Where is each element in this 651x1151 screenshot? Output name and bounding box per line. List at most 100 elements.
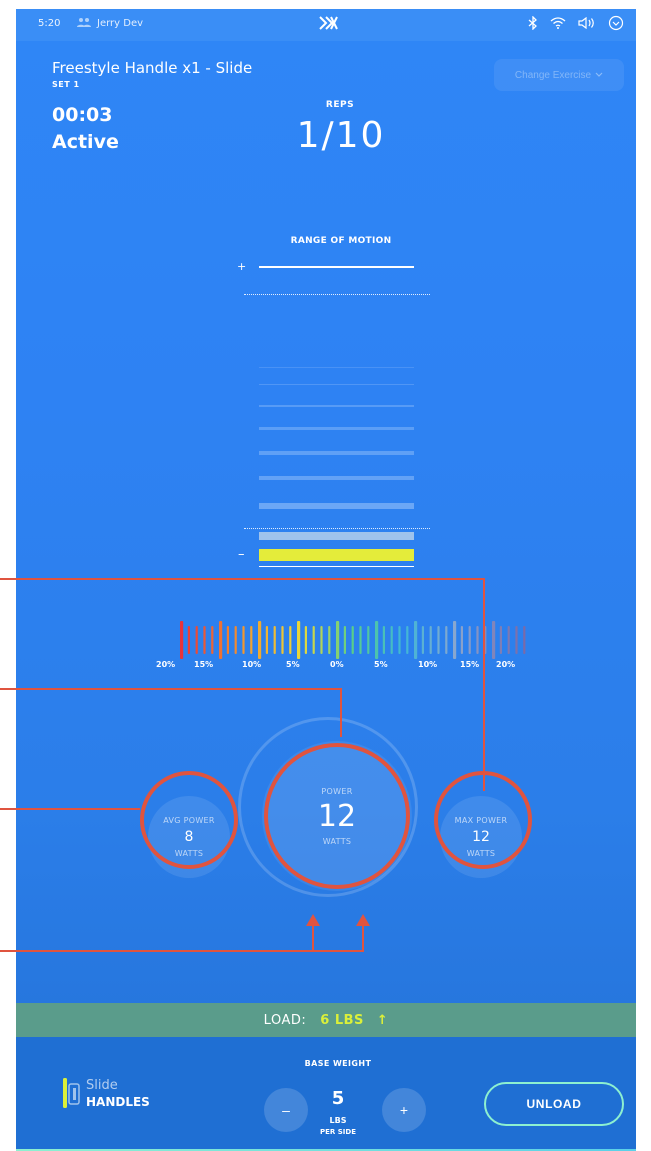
balance-tick	[421, 626, 424, 654]
balance-tick	[187, 626, 190, 654]
balance-tick	[273, 626, 276, 654]
load-bar: LOAD: 6 LBS ↑	[16, 1003, 636, 1037]
balance-tick	[219, 621, 223, 659]
decrease-weight-button[interactable]: –	[264, 1088, 308, 1132]
rom-bottom-line	[259, 566, 414, 567]
base-weight-value: 5	[331, 1088, 345, 1109]
reps-counter: 1/10	[296, 115, 386, 156]
user-indicator[interactable]: Jerry Dev	[76, 17, 143, 30]
rom-top-line	[259, 266, 414, 268]
balance-tick	[398, 626, 401, 654]
wifi-icon[interactable]	[550, 17, 566, 32]
balance-tick-label: 20%	[496, 660, 516, 669]
power-label: POWER	[321, 786, 353, 796]
unload-button[interactable]: UNLOAD	[484, 1082, 624, 1126]
avg-power-label: AVG POWER	[163, 816, 215, 825]
balance-tick	[359, 626, 362, 654]
balance-tick	[297, 621, 301, 659]
bluetooth-icon[interactable]	[528, 15, 538, 33]
user-group-icon	[76, 17, 92, 30]
power-value: 12	[317, 798, 357, 834]
load-up-arrow-icon: ↑	[376, 1012, 389, 1028]
balance-tick	[507, 626, 510, 654]
balance-tick	[406, 626, 409, 654]
max-power-value: 12	[472, 829, 490, 845]
set-label: SET 1	[52, 80, 80, 89]
workout-timer: 00:03	[52, 104, 113, 126]
load-label: LOAD:	[263, 1012, 307, 1028]
balance-tick	[492, 621, 496, 659]
balance-tick	[180, 621, 184, 659]
user-name: Jerry Dev	[97, 18, 144, 29]
attachment-name: HANDLES	[86, 1095, 150, 1109]
balance-tick	[375, 621, 379, 659]
rom-top-dotted-line	[244, 294, 430, 295]
balance-tick	[367, 626, 370, 654]
balance-tick-label: 20%	[156, 660, 176, 669]
load-value: 6 LBS ↑	[320, 1013, 388, 1028]
max-power-label: MAX POWER	[454, 816, 508, 825]
change-exercise-button[interactable]: Change Exercise	[494, 59, 624, 91]
balance-tick-label: 10%	[242, 660, 262, 669]
balance-tick	[468, 626, 471, 654]
rom-rep-bar	[259, 384, 414, 385]
rom-rep-bar	[259, 405, 414, 407]
balance-tick	[343, 626, 346, 654]
base-weight-label: BASE WEIGHT	[304, 1059, 372, 1068]
balance-tick	[203, 626, 206, 654]
rom-rep-bar	[259, 503, 414, 509]
dropdown-circle-icon[interactable]	[608, 15, 624, 34]
balance-tick	[265, 626, 268, 654]
system-icons	[528, 15, 624, 34]
balance-tick	[390, 626, 393, 654]
rom-rep-bar	[259, 427, 414, 430]
exercise-title: Freestyle Handle x1 - Slide	[52, 59, 253, 77]
balance-tick	[429, 626, 432, 654]
rom-rep-bar	[259, 367, 414, 368]
avg-power-unit: WATTS	[174, 849, 204, 858]
balance-tick	[320, 626, 323, 654]
balance-tick	[226, 626, 229, 654]
balance-tick	[312, 626, 315, 654]
volume-icon[interactable]	[578, 16, 596, 32]
load-amount: 6 LBS	[320, 1012, 364, 1028]
chevron-down-icon	[595, 70, 603, 81]
balance-tick	[515, 626, 518, 654]
base-weight-unit: LBS	[329, 1116, 347, 1125]
range-of-motion-label: RANGE OF MOTION	[290, 236, 392, 246]
balance-tick	[437, 626, 440, 654]
attachment-mode: Slide	[86, 1078, 118, 1093]
balance-tick	[523, 626, 526, 654]
rom-rep-bar	[259, 532, 414, 540]
balance-tick	[211, 626, 214, 654]
balance-tick	[453, 621, 457, 659]
rom-rep-bar	[259, 451, 414, 455]
balance-tick	[304, 626, 307, 654]
rom-rep-bar	[259, 476, 414, 480]
avg-power-gauge: AVG POWER 8 WATTS	[148, 796, 230, 878]
balance-tick	[499, 626, 502, 654]
balance-tick	[382, 626, 385, 654]
rom-bottom-dotted-line	[244, 528, 430, 529]
rom-minus-marker: –	[238, 547, 245, 562]
app-screen: 5:20 Jerry Dev Freestyle Handle x1 - Sli…	[16, 9, 636, 1151]
status-bar: 5:20 Jerry Dev	[16, 9, 636, 41]
base-weight-per-side: PER SIDE	[320, 1128, 356, 1136]
rom-plus-marker: +	[237, 260, 247, 273]
balance-tick	[460, 626, 463, 654]
balance-tick-label: 5%	[286, 660, 300, 669]
brand-logo-icon	[318, 16, 338, 33]
balance-tick	[484, 626, 487, 654]
balance-tick	[289, 626, 292, 654]
balance-tick	[476, 626, 479, 654]
balance-tick-label: 15%	[460, 660, 480, 669]
rom-current-rep-bar	[259, 549, 414, 561]
workout-state: Active	[52, 131, 119, 153]
balance-tick	[242, 626, 245, 654]
balance-tick-label: 0%	[330, 660, 344, 669]
status-time: 5:20	[38, 18, 61, 29]
avg-power-value: 8	[184, 829, 194, 845]
balance-tick	[414, 621, 418, 659]
handles-icon	[62, 1076, 82, 1114]
increase-weight-button[interactable]: +	[382, 1088, 426, 1132]
